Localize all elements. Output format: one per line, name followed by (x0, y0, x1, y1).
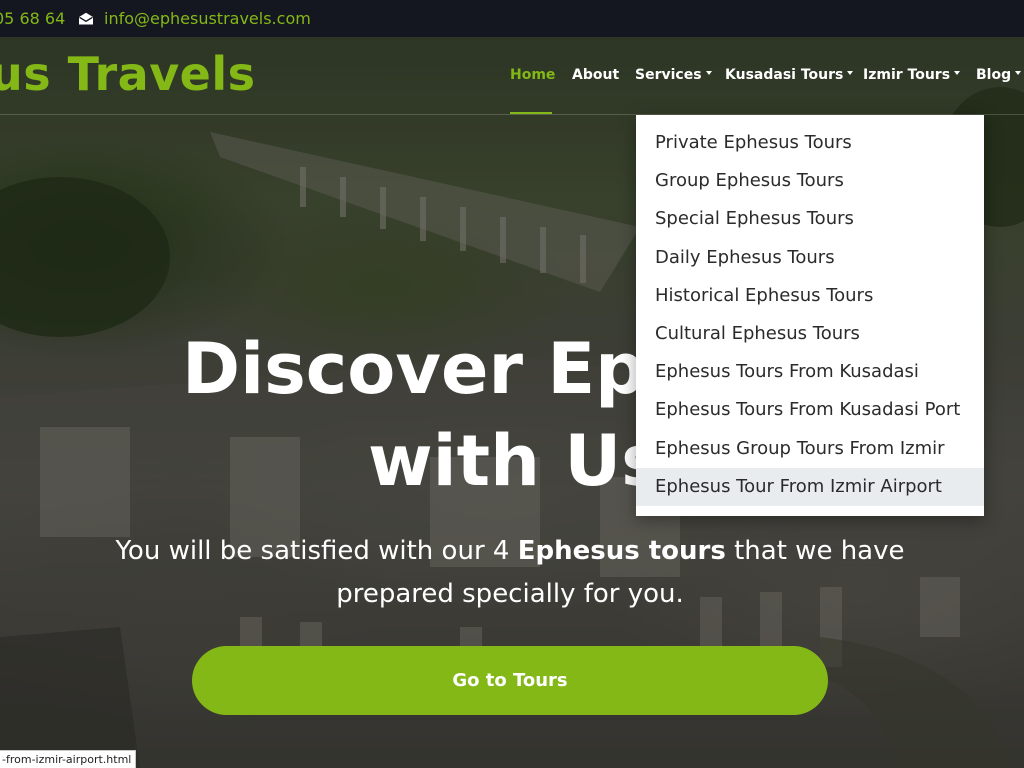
chevron-down-icon (1015, 71, 1022, 75)
dropdown-item-tours-from-kusadasi-port[interactable]: Ephesus Tours From Kusadasi Port (636, 391, 984, 429)
dropdown-item-historical-tours[interactable]: Historical Ephesus Tours (636, 277, 984, 315)
top-contact-bar: 05 68 64 info@ephesustravels.com (0, 0, 1024, 37)
active-nav-underline (510, 112, 552, 114)
nav-blog[interactable]: Blog (976, 67, 1022, 83)
nav-services[interactable]: Services (635, 67, 712, 83)
site-logo[interactable]: us Travels (0, 47, 256, 101)
envelope-open-icon (79, 12, 93, 25)
nav-izmir-tours[interactable]: Izmir Tours (863, 67, 961, 83)
link-status-bar: -from-izmir-airport.html (0, 750, 137, 768)
email-link[interactable]: info@ephesustravels.com (104, 9, 311, 28)
dropdown-item-group-tours[interactable]: Group Ephesus Tours (636, 162, 984, 200)
dropdown-item-group-tours-from-izmir[interactable]: Ephesus Group Tours From Izmir (636, 430, 984, 468)
nav-kusadasi-tours[interactable]: Kusadasi Tours (725, 67, 854, 83)
services-dropdown-menu: Private Ephesus Tours Group Ephesus Tour… (636, 115, 984, 516)
phone-number[interactable]: 05 68 64 (0, 9, 65, 28)
go-to-tours-button[interactable]: Go to Tours (192, 646, 828, 715)
nav-home[interactable]: Home (510, 67, 555, 83)
site-header: us Travels Home About Services Kusadasi … (0, 37, 1024, 115)
chevron-down-icon (705, 71, 712, 75)
nav-about[interactable]: About (572, 67, 619, 83)
dropdown-item-daily-tours[interactable]: Daily Ephesus Tours (636, 239, 984, 277)
dropdown-item-private-tours[interactable]: Private Ephesus Tours (636, 124, 984, 162)
hero-subtitle: You will be satisfied with our 4 Ephesus… (115, 536, 905, 609)
dropdown-item-tours-from-kusadasi[interactable]: Ephesus Tours From Kusadasi (636, 353, 984, 391)
chevron-down-icon (847, 71, 854, 75)
dropdown-item-tour-from-izmir-airport[interactable]: Ephesus Tour From Izmir Airport (636, 467, 984, 506)
hero-subtitle-emphasis: Ephesus tours (517, 536, 726, 566)
dropdown-item-special-tours[interactable]: Special Ephesus Tours (636, 200, 984, 238)
dropdown-item-cultural-tours[interactable]: Cultural Ephesus Tours (636, 315, 984, 353)
chevron-down-icon (954, 71, 961, 75)
